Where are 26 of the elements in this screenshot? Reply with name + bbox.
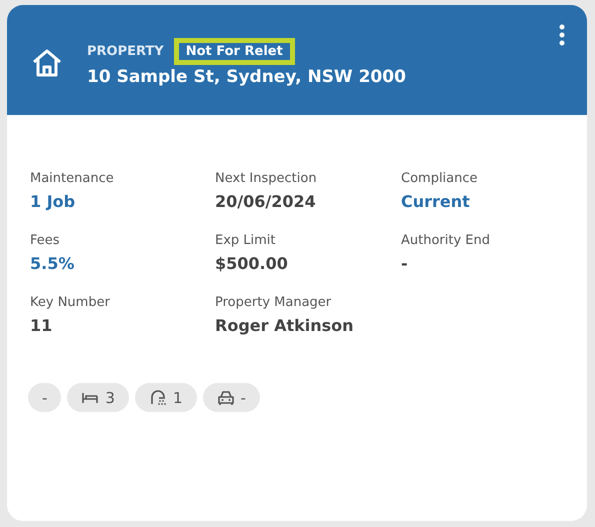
section-label: PROPERTY bbox=[87, 44, 164, 59]
field-label: Key Number bbox=[30, 295, 111, 310]
feature-chip: - bbox=[28, 383, 62, 412]
field-value: 20/06/2024 bbox=[215, 192, 317, 211]
feature-chip: 3 bbox=[67, 383, 129, 412]
field-link[interactable]: 1 Job bbox=[30, 192, 215, 211]
feature-chip: - bbox=[202, 383, 260, 412]
property-address: 10 Sample St, Sydney, NSW 2000 bbox=[87, 67, 407, 87]
field-label: Authority End bbox=[401, 233, 492, 248]
field-label: Next Inspection bbox=[215, 171, 318, 186]
field-link[interactable]: 5.5% bbox=[30, 254, 215, 273]
field-label: Property Manager bbox=[215, 295, 332, 310]
field-value: 11 bbox=[30, 316, 54, 335]
feature-chip: 1 bbox=[134, 383, 197, 412]
shower-icon bbox=[148, 388, 167, 406]
field-label: Exp Limit bbox=[215, 233, 277, 248]
field-value: $500.00 bbox=[215, 254, 289, 273]
field-link[interactable]: Current bbox=[401, 192, 587, 211]
car-icon bbox=[216, 388, 235, 406]
status-badge: Not For Relet bbox=[174, 38, 295, 65]
home-icon bbox=[31, 48, 63, 78]
field-label: Compliance bbox=[401, 171, 479, 186]
field-value: Roger Atkinson bbox=[215, 316, 355, 335]
field-label: Fees bbox=[30, 233, 61, 248]
field-value: - bbox=[401, 254, 409, 273]
field-label: Maintenance bbox=[30, 171, 115, 186]
